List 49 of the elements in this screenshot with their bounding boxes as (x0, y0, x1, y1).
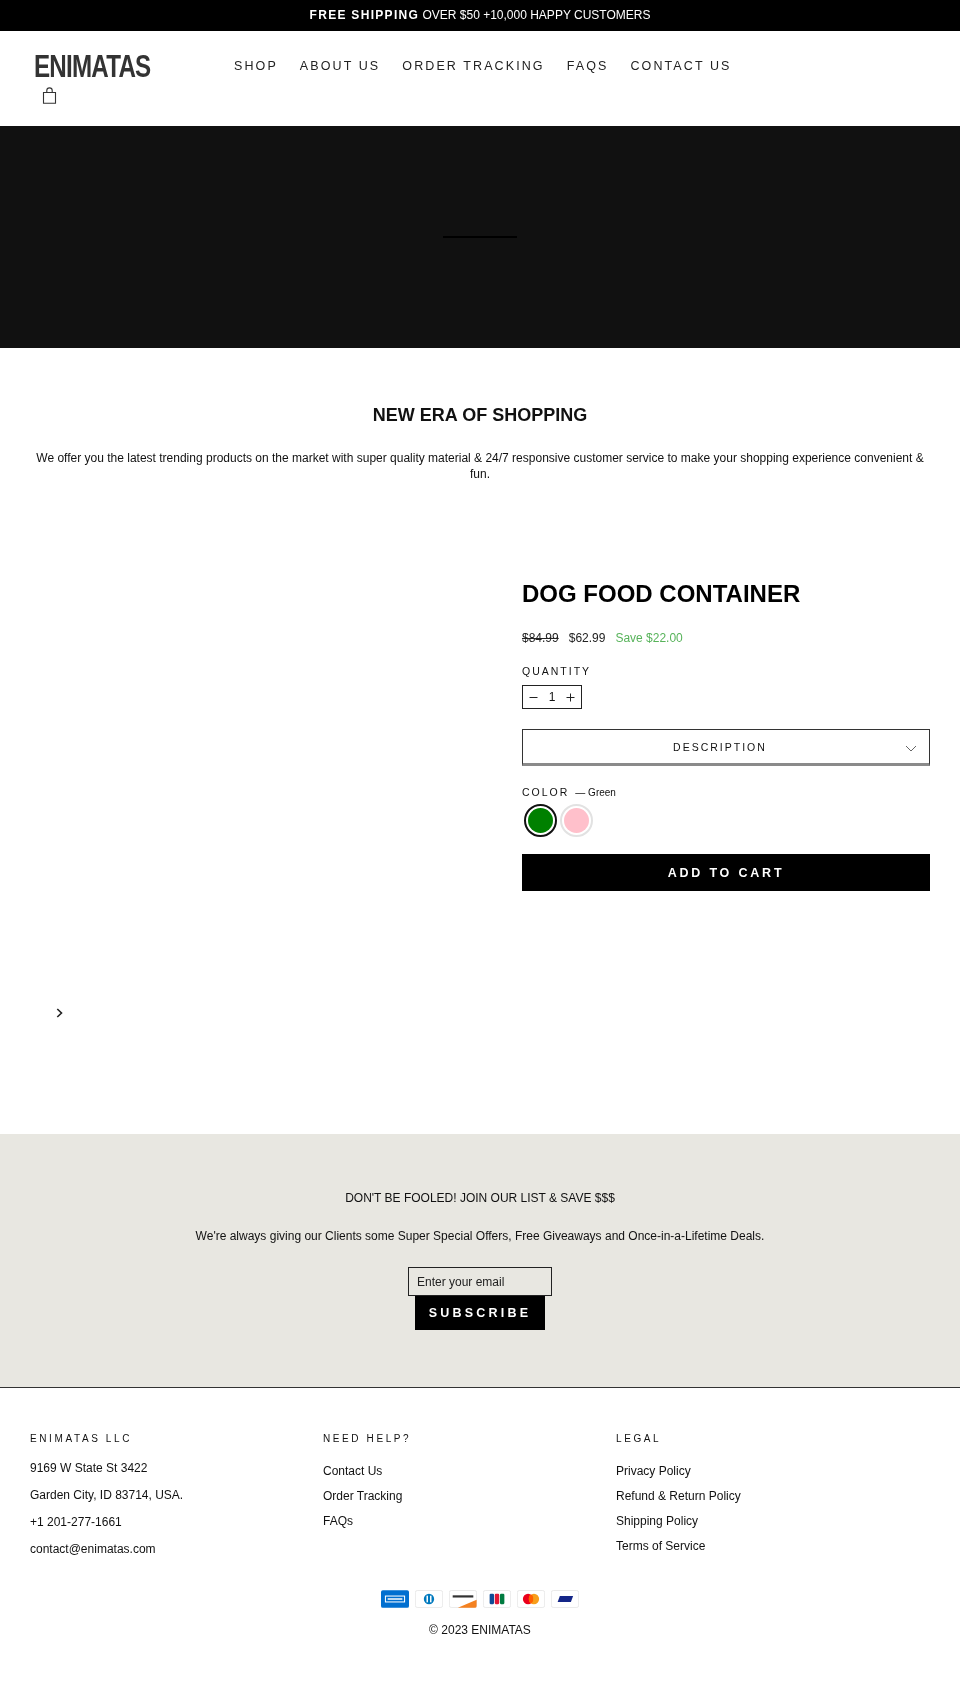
payment-card-icon (381, 1589, 409, 1608)
copyright-text: © 2023 ENIMATAS (428, 1622, 532, 1637)
savings-text: Save $22.00 (615, 631, 683, 645)
add-to-cart-button[interactable]: ADD TO CART (522, 854, 930, 891)
sale-price: $62.99 (568, 631, 606, 645)
color-label: COLOR (522, 786, 570, 798)
chevron-right-icon[interactable] (56, 1008, 63, 1018)
email-field[interactable]: Enter your email (408, 1267, 552, 1296)
footer-link[interactable]: Privacy Policy (616, 1458, 691, 1484)
description-toggle[interactable]: DESCRIPTION (522, 729, 930, 766)
nav-link[interactable]: FAQS (566, 59, 609, 74)
footer-link[interactable]: Order Tracking (323, 1483, 403, 1509)
payment-card-icon (517, 1589, 545, 1608)
contact-info: 9169 W State St 3422 (30, 1459, 149, 1477)
swatch-icon[interactable] (524, 804, 557, 837)
footer-link[interactable]: Shipping Policy (616, 1508, 699, 1534)
payment-card-icon (449, 1589, 477, 1608)
nav-link[interactable]: SHOP (234, 59, 278, 74)
compare-price: $84.99 (522, 631, 559, 645)
quantity-field[interactable]: 1 (543, 689, 561, 705)
intro-paragraph: We offer you the latest trending products on the market with super quality material & 24/7 responsive customer service to make your shopping experience convenient & fun. (35, 450, 925, 482)
contact-info: +1 201-277-1661 (30, 1513, 123, 1531)
footer-link[interactable]: Contact Us (323, 1458, 383, 1484)
contact-info: contact@enimatas.com (30, 1540, 157, 1558)
chevron-down-icon (905, 745, 917, 752)
logo[interactable]: ENIMATAS (34, 52, 151, 82)
product-title: DOG FOOD CONTAINER (522, 580, 802, 608)
contact-info: Garden City, ID 83714, USA. (30, 1486, 185, 1504)
footer-heading: ENIMATAS LLC (30, 1433, 133, 1445)
footer-heading: NEED HELP? (323, 1433, 413, 1445)
announcement-text: FREE SHIPPING OVER $50 +10,000 HAPPY CUSTOMERS (309, 8, 651, 23)
quantity-label: QUANTITY (522, 665, 593, 677)
payment-card-icon (551, 1589, 579, 1608)
nav-link[interactable]: ABOUT US (299, 59, 381, 74)
subscribe-button[interactable]: SUBSCRIBE (415, 1296, 545, 1330)
newsletter-text: We're always giving our Clients some Super Special Offers, Free Giveaways and Once-in-a-Lifetime Deals. (195, 1229, 765, 1243)
nav-link[interactable]: CONTACT US (630, 59, 732, 74)
footer-heading: LEGAL (616, 1433, 663, 1445)
footer-link[interactable]: FAQs (323, 1508, 353, 1534)
payment-card-icon (483, 1589, 511, 1608)
plus-icon[interactable] (566, 692, 575, 702)
payment-card-icon (415, 1589, 443, 1608)
section-heading: NEW ERA OF SHOPPING (371, 404, 589, 426)
footer-link[interactable]: Refund & Return Policy (616, 1483, 741, 1509)
selected-color-text: — Green (575, 787, 616, 799)
shopping-bag-icon[interactable] (42, 87, 57, 104)
nav-link[interactable]: ORDER TRACKING (402, 59, 545, 74)
newsletter-heading: DON'T BE FOOLED! JOIN OUR LIST & SAVE $$$ (345, 1191, 615, 1205)
footer-link[interactable]: Terms of Service (616, 1533, 706, 1559)
